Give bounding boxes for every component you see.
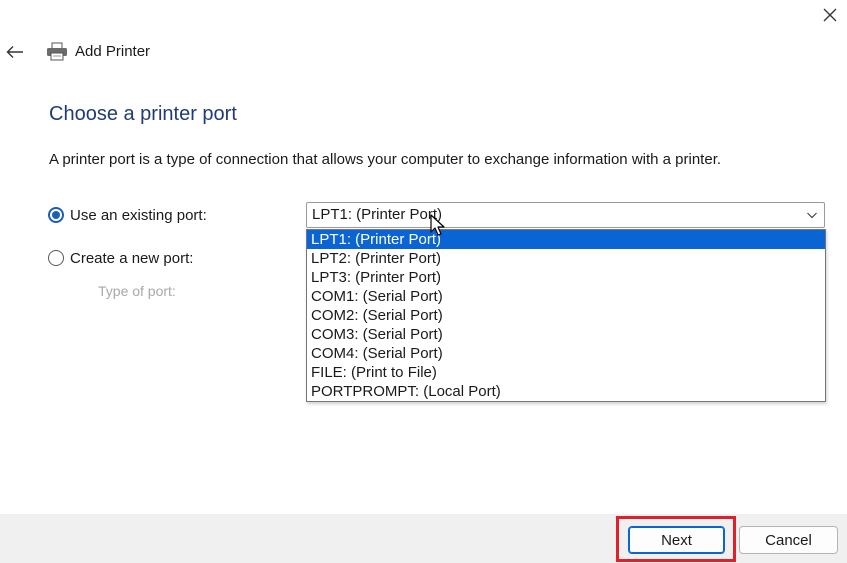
port-option-lpt2[interactable]: LPT2: (Printer Port) <box>307 249 825 268</box>
create-new-port-label: Create a new port: <box>70 249 194 267</box>
wizard-footer: Next Cancel <box>0 514 847 563</box>
port-option-com1[interactable]: COM1: (Serial Port) <box>307 287 825 306</box>
port-dropdown-list: LPT1: (Printer Port) LPT2: (Printer Port… <box>306 229 826 402</box>
port-option-lpt1[interactable]: LPT1: (Printer Port) <box>307 230 825 249</box>
printer-icon <box>47 42 67 61</box>
next-button[interactable]: Next <box>628 526 725 554</box>
back-button[interactable] <box>2 40 28 64</box>
port-select-value: LPT1: (Printer Port) <box>312 206 443 223</box>
use-existing-port-radio[interactable] <box>48 207 64 223</box>
port-option-com3[interactable]: COM3: (Serial Port) <box>307 325 825 344</box>
port-option-lpt3[interactable]: LPT3: (Printer Port) <box>307 268 825 287</box>
cancel-button[interactable]: Cancel <box>739 526 838 554</box>
page-description: A printer port is a type of connection t… <box>49 151 722 168</box>
port-option-portprompt[interactable]: PORTPROMPT: (Local Port) <box>307 382 825 401</box>
port-option-com2[interactable]: COM2: (Serial Port) <box>307 306 825 325</box>
port-type-label: Type of port: <box>98 283 176 299</box>
close-button[interactable] <box>812 0 847 30</box>
add-printer-window: Add Printer Choose a printer port A prin… <box>0 0 847 563</box>
port-select[interactable]: LPT1: (Printer Port) <box>306 202 825 228</box>
create-new-port-option[interactable]: Create a new port: <box>48 247 193 269</box>
use-existing-port-option[interactable]: Use an existing port: <box>48 204 207 226</box>
wizard-header: Add Printer <box>0 38 400 66</box>
create-new-port-radio[interactable] <box>48 250 64 266</box>
wizard-title: Add Printer <box>75 43 151 60</box>
chevron-down-icon <box>807 212 817 219</box>
port-option-com4[interactable]: COM4: (Serial Port) <box>307 344 825 363</box>
port-option-file[interactable]: FILE: (Print to File) <box>307 363 825 382</box>
back-arrow-icon <box>6 46 23 58</box>
use-existing-port-label: Use an existing port: <box>70 206 207 224</box>
page-heading: Choose a printer port <box>49 103 237 125</box>
close-icon <box>823 8 836 22</box>
